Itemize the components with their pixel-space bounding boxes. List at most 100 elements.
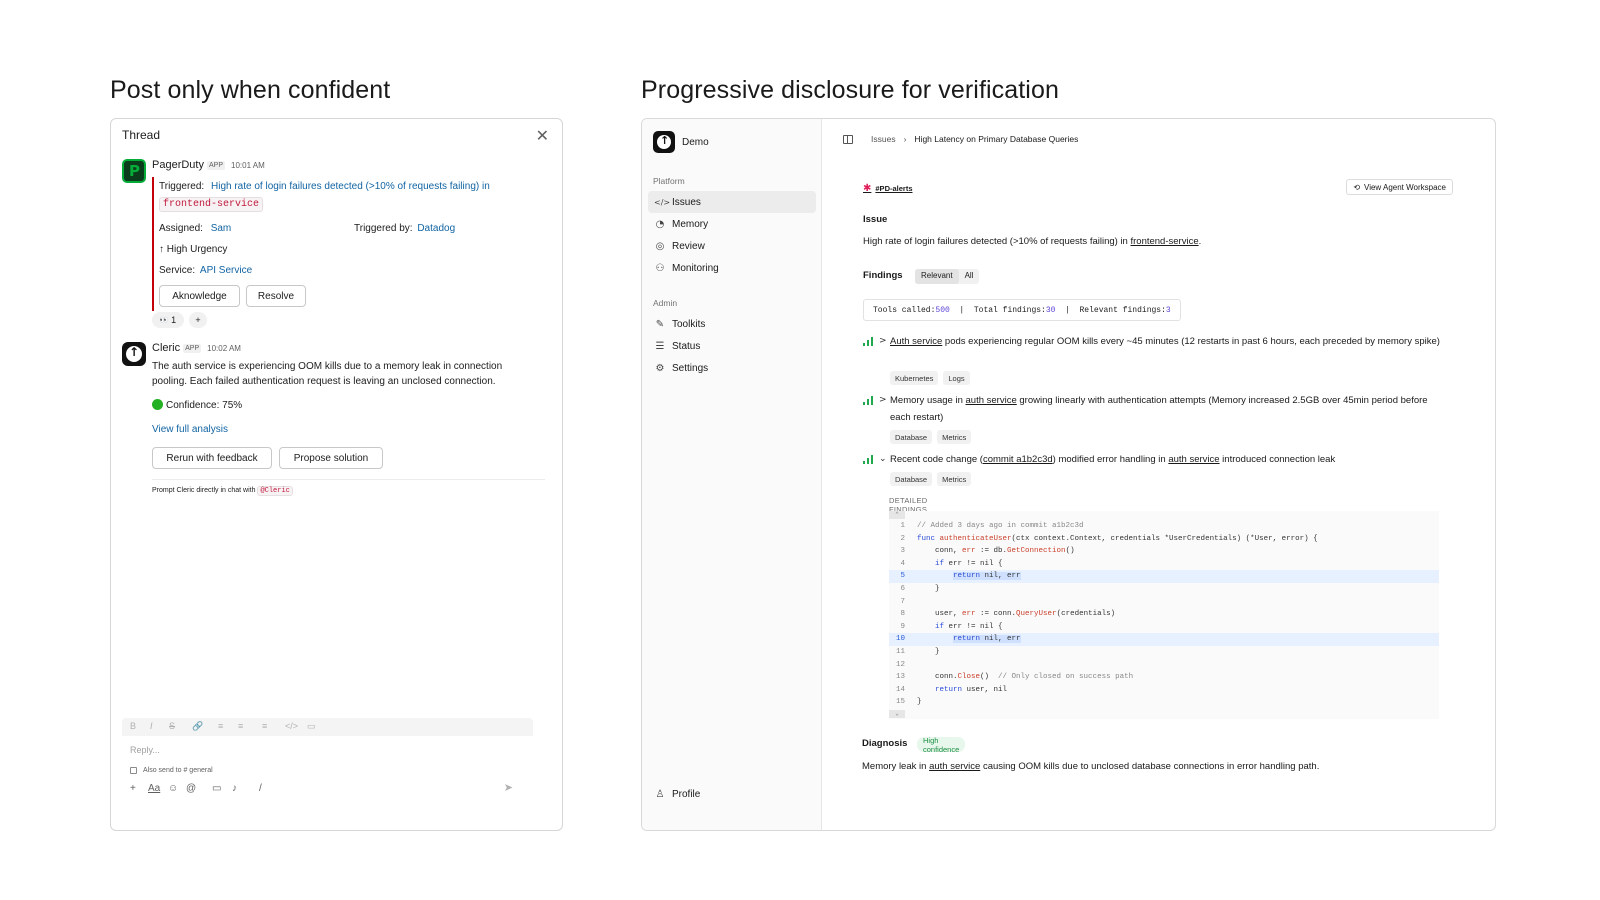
commit-link[interactable]: commit a1b2c3d (983, 454, 1053, 465)
code-line: 3 conn, err := db.GetConnection() (900, 547, 1075, 556)
mention-icon[interactable]: @ (186, 783, 196, 794)
diagnosis-service-link[interactable]: auth service (929, 761, 980, 772)
slack-icon: ✱ (863, 183, 872, 194)
relevant-findings-label: Relevant findings: (1079, 305, 1166, 315)
code-line: 12 (895, 660, 905, 669)
acknowledge-button[interactable]: Aknowledge (159, 285, 240, 307)
sidebar-item-status[interactable]: ☰ Status (648, 335, 816, 357)
chevron-down-icon[interactable]: ⌄ (879, 451, 887, 468)
channel-link[interactable]: #PD-alerts (875, 184, 912, 193)
sender-name[interactable]: PagerDuty (152, 159, 204, 171)
app-tag: APP (183, 344, 202, 353)
sidebar-item-issues[interactable]: </> Issues (648, 191, 816, 213)
link-icon[interactable]: 🔗 (192, 721, 203, 732)
sidebar-item-settings[interactable]: ⚙ Settings (648, 357, 816, 379)
sidebar-item-toolkits[interactable]: ✎ Toolkits (648, 313, 816, 335)
code-block-icon[interactable]: ▭ (307, 721, 316, 732)
sidebar-item-label: Profile (672, 788, 701, 800)
sidebar-item-label: Monitoring (672, 262, 719, 274)
triggered-by-label: Triggered by: (354, 223, 413, 234)
code-icon[interactable]: </> (285, 721, 298, 731)
bullet-list-icon[interactable]: ≡ (238, 721, 243, 731)
urgency-text: ↑ High Urgency (159, 244, 228, 255)
service-link[interactable]: API Service (200, 265, 252, 276)
reaction-count: 1 (171, 315, 177, 325)
quote-icon[interactable]: ≡ (262, 721, 267, 731)
tag-database[interactable]: Database (890, 472, 933, 486)
finding-text: introduced connection leak (1219, 454, 1336, 465)
code-line: 6 } (900, 585, 940, 593)
text-format-icon[interactable]: Aa (148, 783, 160, 794)
ordered-list-icon[interactable]: ≡ (218, 721, 223, 731)
sidebar-item-review[interactable]: ◎ Review (648, 235, 816, 257)
finding-text: ) modified error handling in (1052, 454, 1169, 465)
timestamp[interactable]: 10:01 AM (231, 161, 265, 170)
eyes-icon: 👀 (159, 317, 169, 324)
microphone-icon[interactable]: ♪ (232, 783, 237, 794)
strike-icon[interactable]: S (169, 721, 175, 731)
reaction-eyes[interactable]: 👀 1 (152, 312, 184, 328)
plus-icon[interactable]: + (130, 783, 136, 794)
finding-link[interactable]: auth service (966, 395, 1017, 406)
tag-metrics[interactable]: Metrics (937, 472, 972, 486)
add-reaction-button[interactable]: + (189, 312, 207, 328)
bold-icon[interactable]: B (130, 721, 136, 731)
sidebar-item-memory[interactable]: ◔ Memory (648, 213, 816, 235)
admin-section-label: Admin (653, 298, 678, 308)
send-icon[interactable]: ➤ (504, 781, 513, 794)
propose-solution-button[interactable]: Propose solution (279, 447, 383, 469)
findings-label: Findings (863, 270, 903, 281)
tag-metrics[interactable]: Metrics (937, 430, 972, 444)
view-agent-workspace-button[interactable]: ⟲ View Agent Workspace (1346, 179, 1453, 195)
code-line: 7 (900, 597, 905, 606)
video-icon[interactable]: ▭ (212, 783, 221, 794)
relevant-findings-value: 3 (1165, 305, 1171, 315)
rerun-with-feedback-button[interactable]: Rerun with feedback (152, 447, 272, 469)
chevron-right-icon[interactable]: > (879, 333, 887, 350)
assignee-link[interactable]: Sam (211, 223, 232, 234)
right-heading: Progressive disclosure for verification (641, 76, 1059, 104)
also-send-checkbox[interactable] (130, 767, 137, 774)
close-icon[interactable]: ✕ (536, 126, 549, 146)
sidebar-toggle-icon[interactable] (843, 134, 853, 144)
issue-service-link[interactable]: frontend-service (1130, 236, 1198, 247)
tag-kubernetes[interactable]: Kubernetes (890, 371, 939, 385)
breadcrumb-current: High Latency on Primary Database Queries (914, 134, 1079, 144)
finding-item: > Memory usage in auth service growing l… (863, 392, 1463, 452)
sidebar-item-monitoring[interactable]: ⚇ Monitoring (648, 257, 816, 279)
platform-section-label: Platform (653, 176, 685, 186)
timestamp[interactable]: 10:02 AM (207, 344, 241, 353)
tag-logs[interactable]: Logs (943, 371, 970, 385)
tools-called-label: Tools called: (873, 305, 936, 315)
finding-link[interactable]: Auth service (890, 336, 942, 347)
code-line: 8 user, err := conn.QueryUser(credential… (900, 610, 1116, 619)
breadcrumb-parent[interactable]: Issues (871, 134, 896, 144)
italic-icon[interactable]: I (150, 721, 153, 731)
triggered-by-link[interactable]: Datadog (417, 223, 455, 234)
sidebar-item-label: Issues (672, 196, 701, 208)
sidebar-item-profile[interactable]: ♙ Profile (648, 783, 816, 805)
finding-link[interactable]: auth service (1168, 454, 1219, 465)
incident-link[interactable]: High rate of login failures detected (>1… (211, 181, 490, 192)
finding-item: > Auth service pods experiencing regular… (863, 333, 1463, 393)
assigned-label: Assigned: (159, 223, 203, 234)
diagnosis-text: Memory leak in (862, 761, 927, 772)
finding-item-expanded: ⌄ Recent code change (commit a1b2c3d) mo… (863, 451, 1463, 491)
sidebar-item-label: Review (672, 240, 705, 252)
emoji-icon[interactable]: ☺ (168, 783, 178, 794)
tab-all[interactable]: All (959, 269, 980, 284)
org-name[interactable]: Demo (682, 137, 709, 148)
cleric-message-text: The auth service is experiencing OOM kil… (152, 361, 503, 387)
tag-database[interactable]: Database (890, 430, 933, 444)
reply-input[interactable]: Reply... (130, 745, 160, 755)
sender-name[interactable]: Cleric (152, 342, 180, 354)
diagnosis-label: Diagnosis (862, 738, 908, 749)
tab-relevant[interactable]: Relevant (915, 269, 959, 284)
chevron-right-icon[interactable]: > (879, 392, 887, 409)
finding-text: Recent code change ( (890, 454, 983, 465)
fold-icon[interactable]: ⌃ (889, 511, 905, 519)
view-full-analysis-link[interactable]: View full analysis (152, 424, 228, 435)
fold-icon[interactable]: ⌄ (889, 710, 905, 718)
resolve-button[interactable]: Resolve (246, 285, 306, 307)
shortcut-icon[interactable]: / (259, 783, 262, 794)
